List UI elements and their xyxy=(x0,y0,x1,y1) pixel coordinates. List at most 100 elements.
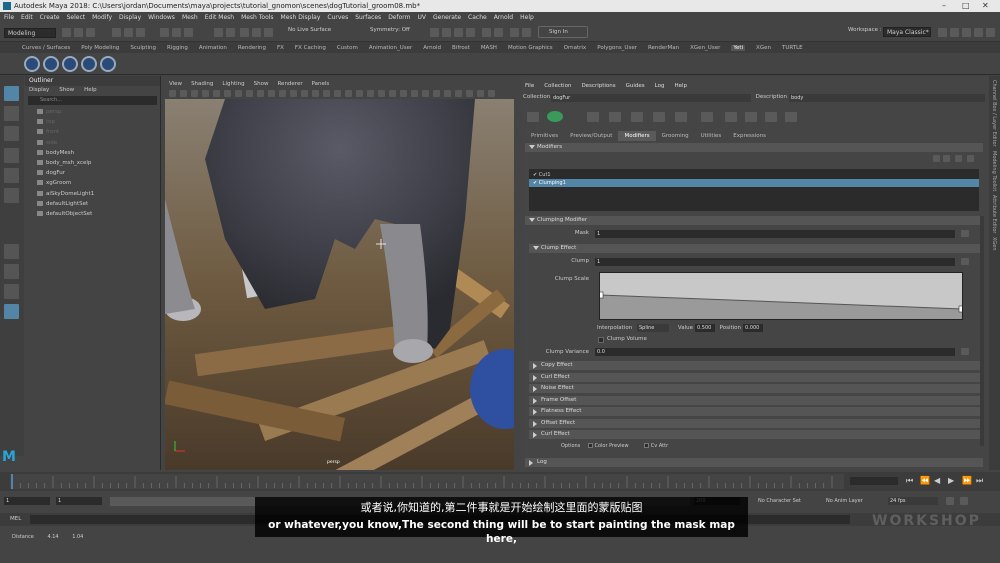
viewport-tool-icon[interactable] xyxy=(433,90,440,97)
viewport-3d[interactable]: persp xyxy=(165,99,514,470)
lasso-tool-icon[interactable] xyxy=(4,106,19,121)
yeti-guides-icon[interactable] xyxy=(62,56,78,72)
fps-dropdown[interactable]: 24 fps xyxy=(888,497,938,505)
viewport-menu-show[interactable]: Show xyxy=(254,81,269,87)
snap-surface-icon[interactable] xyxy=(226,28,235,37)
pause-icon[interactable] xyxy=(494,28,503,37)
xgen-menu-log[interactable]: Log xyxy=(655,83,665,89)
auto-update-icon[interactable] xyxy=(785,112,797,122)
mode-dropdown[interactable]: Modeling xyxy=(4,28,56,38)
outliner-item[interactable]: side xyxy=(37,138,160,148)
go-start-icon[interactable]: ⏮ xyxy=(906,476,913,486)
guides-to-curves-icon[interactable] xyxy=(725,112,737,122)
go-end-icon[interactable]: ⏭ xyxy=(976,476,983,486)
collection-dropdown[interactable]: dogFur xyxy=(551,94,751,102)
shelf-tab-sculpting[interactable]: Sculpting xyxy=(130,45,156,51)
xgen-menu-file[interactable]: File xyxy=(525,83,534,89)
xgen-tab-primitives[interactable]: Primitives xyxy=(525,131,564,141)
section-header-frame-offset[interactable]: Frame Offset xyxy=(529,395,983,405)
side-tab[interactable]: XGen xyxy=(991,237,997,251)
section-header-curl-effect[interactable]: Curl Effect xyxy=(529,430,983,439)
side-tab[interactable]: Modeling Toolkit xyxy=(991,151,997,191)
menu-item-uv[interactable]: UV xyxy=(418,14,427,21)
position-input[interactable]: 0.000 xyxy=(743,324,763,332)
menu-item-modify[interactable]: Modify xyxy=(92,14,112,21)
sign-in-button[interactable]: Sign In xyxy=(538,26,588,38)
cv-attr-checkbox[interactable] xyxy=(644,443,650,448)
create-description-icon[interactable] xyxy=(527,112,539,122)
select-hierarchy-icon[interactable] xyxy=(112,28,121,37)
auto-key-icon[interactable] xyxy=(946,497,954,505)
viewport-tool-icon[interactable] xyxy=(257,90,264,97)
viewport-tool-icon[interactable] xyxy=(323,90,330,97)
menu-item-deform[interactable]: Deform xyxy=(388,14,410,21)
viewport-menu-lighting[interactable]: Lighting xyxy=(222,81,244,87)
xgen-tab-expressions[interactable]: Expressions xyxy=(727,131,772,141)
snap-point-icon[interactable] xyxy=(184,28,193,37)
maximize-icon[interactable]: □ xyxy=(962,0,970,12)
xgen-scrollbar[interactable] xyxy=(980,216,984,446)
xgen-tab-grooming[interactable]: Grooming xyxy=(656,131,695,141)
delete-modifier-icon[interactable] xyxy=(967,155,974,162)
xgen-menu-collection[interactable]: Collection xyxy=(544,83,571,89)
mask-input[interactable]: 1 xyxy=(595,230,955,238)
log-section-header[interactable]: Log xyxy=(525,458,983,467)
preview-update-icon[interactable] xyxy=(745,112,757,122)
render-frame-icon[interactable] xyxy=(430,28,439,37)
menu-item-generate[interactable]: Generate xyxy=(433,14,461,21)
section-header-flatness-effect[interactable]: Flatness Effect xyxy=(529,407,983,416)
select-component-icon[interactable] xyxy=(136,28,145,37)
modifier-list-item[interactable]: ✔ Clumping1 xyxy=(529,179,979,187)
viewport-tool-icon[interactable] xyxy=(378,90,385,97)
yeti-groom-icon[interactable] xyxy=(43,56,59,72)
menu-item-arnold[interactable]: Arnold xyxy=(494,14,513,21)
step-back-icon[interactable]: ⏪ xyxy=(920,476,930,485)
viewport-menu-renderer[interactable]: Renderer xyxy=(277,81,302,87)
modifiers-section-header[interactable]: Modifiers xyxy=(525,143,983,152)
layout-view-icon[interactable] xyxy=(4,304,19,319)
shelf-tab-xgen-user[interactable]: XGen_User xyxy=(690,45,720,51)
add-guide-icon[interactable] xyxy=(587,112,599,122)
description-dropdown[interactable]: body xyxy=(789,94,985,102)
section-header-noise-effect[interactable]: Noise Effect xyxy=(529,384,983,393)
outliner-item[interactable]: defaultObjectSet xyxy=(37,209,160,219)
guide-length-icon[interactable] xyxy=(653,112,665,122)
menu-item-select[interactable]: Select xyxy=(67,14,86,21)
clump-input[interactable]: 1 xyxy=(595,258,955,266)
shelf-tab-animation-user[interactable]: Animation_User xyxy=(369,45,412,51)
viewport-tool-icon[interactable] xyxy=(466,90,473,97)
input-ops-icon[interactable] xyxy=(252,28,261,37)
play-forward-icon[interactable]: ▶ xyxy=(948,476,954,485)
select-tool-icon[interactable] xyxy=(4,86,19,101)
output-ops-icon[interactable] xyxy=(264,28,273,37)
value-input[interactable]: 0.500 xyxy=(695,324,715,332)
clumping-modifier-header[interactable]: Clumping Modifier xyxy=(525,216,983,225)
viewport-tool-icon[interactable] xyxy=(400,90,407,97)
menu-item-surfaces[interactable]: Surfaces xyxy=(355,14,381,21)
outliner-item[interactable]: aiSkyDomeLight1 xyxy=(37,189,160,199)
two-view-icon[interactable] xyxy=(4,284,19,299)
yeti-node-icon[interactable] xyxy=(24,56,40,72)
start-frame-input[interactable]: 1 xyxy=(4,497,50,505)
anim-layer-dropdown[interactable]: No Anim Layer xyxy=(826,498,863,504)
menu-item-cache[interactable]: Cache xyxy=(468,14,487,21)
viewport-tool-icon[interactable] xyxy=(455,90,462,97)
move-up-icon[interactable] xyxy=(933,155,940,162)
paint-select-icon[interactable] xyxy=(4,126,19,141)
xgen-menu-descriptions[interactable]: Descriptions xyxy=(581,83,615,89)
viewport-tool-icon[interactable] xyxy=(367,90,374,97)
shelf-tab-polygons-user[interactable]: Polygons_User xyxy=(597,45,637,51)
shelf-tab-curves-surfaces[interactable]: Curves / Surfaces xyxy=(22,45,70,51)
viewport-tool-icon[interactable] xyxy=(444,90,451,97)
menu-item-edit-mesh[interactable]: Edit Mesh xyxy=(205,14,234,21)
shelf-tab-yeti[interactable]: Yeti xyxy=(731,45,746,51)
character-set-dropdown[interactable]: No Character Set xyxy=(758,498,801,504)
rebuild-guide-icon[interactable] xyxy=(701,112,713,122)
add-modifier-icon[interactable] xyxy=(955,155,962,162)
rotate-tool-icon[interactable] xyxy=(4,168,19,183)
snap-curve-icon[interactable] xyxy=(172,28,181,37)
preview-clear-icon[interactable] xyxy=(765,112,777,122)
shelf-tab-fx-caching[interactable]: FX Caching xyxy=(295,45,326,51)
outliner-item[interactable]: dogFur xyxy=(37,168,160,178)
xgen-tab-preview-output[interactable]: Preview/Output xyxy=(564,131,618,141)
